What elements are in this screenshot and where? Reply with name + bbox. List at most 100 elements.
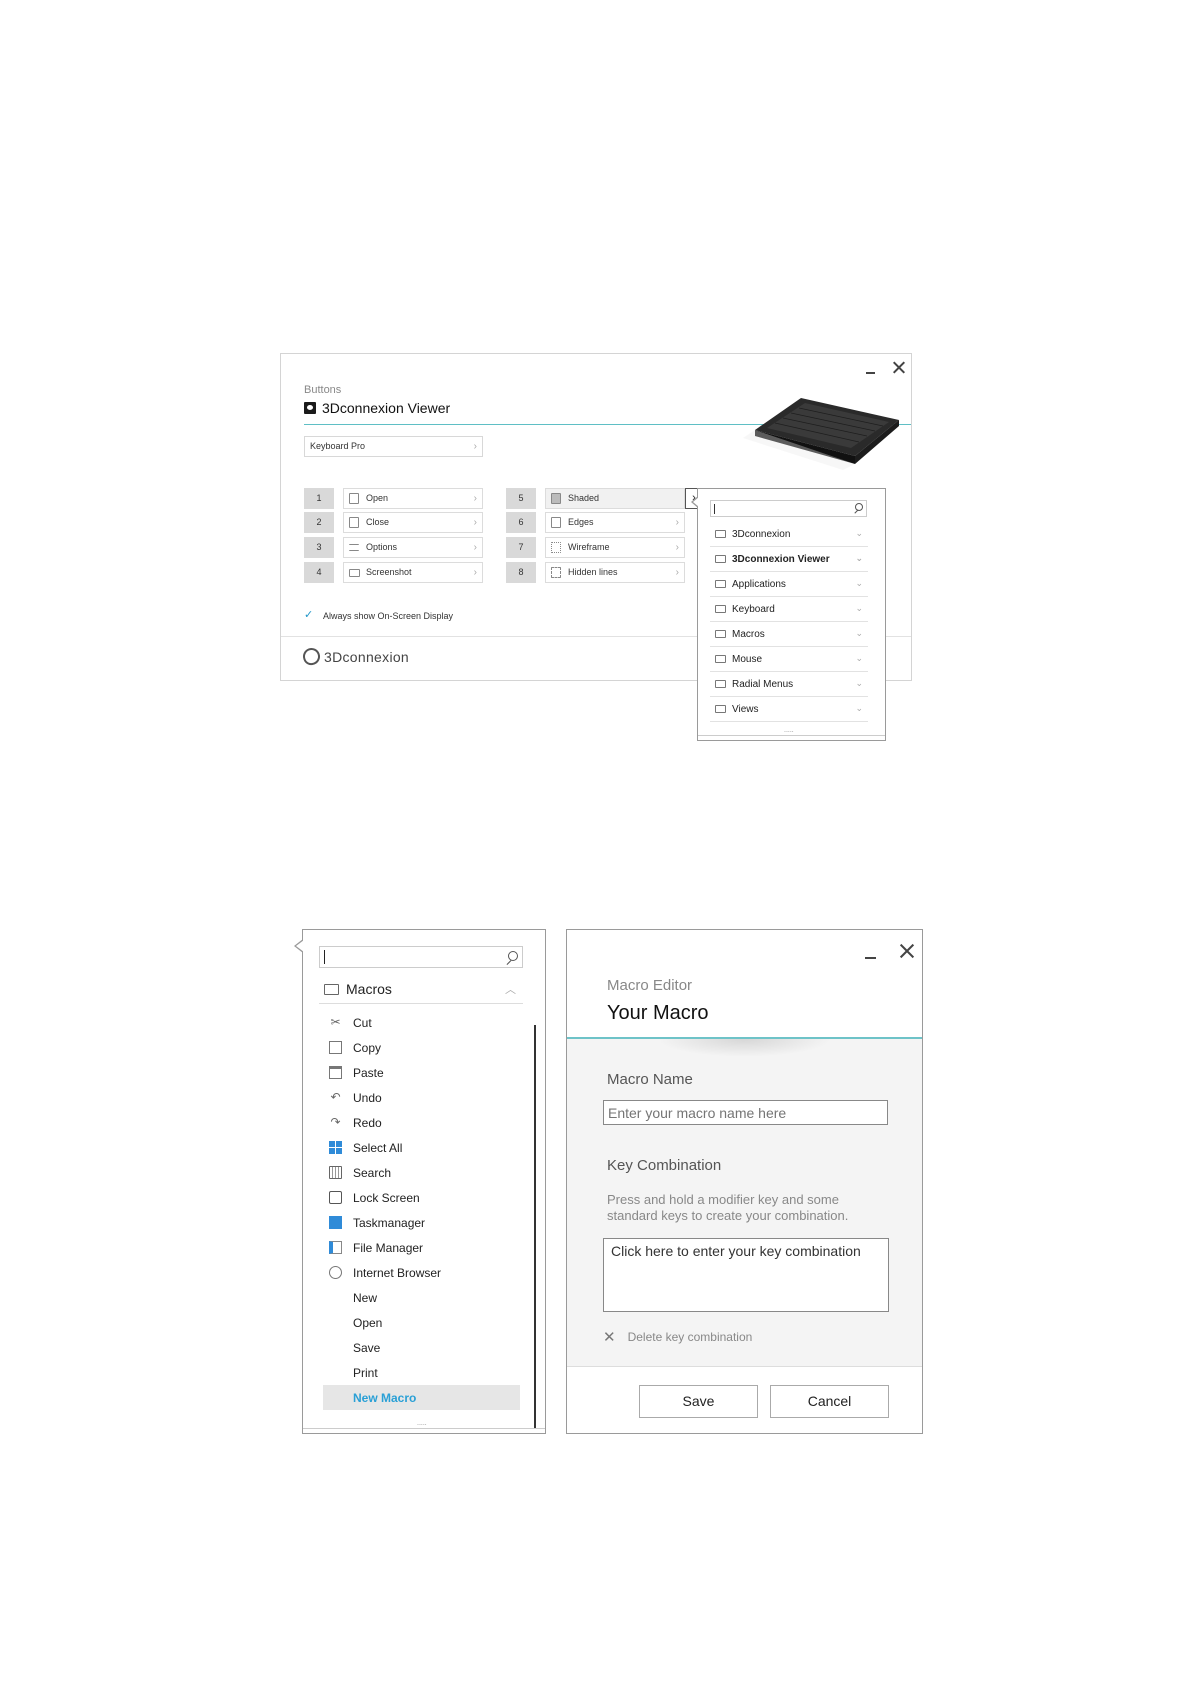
- chevron-down-icon: ⌄: [855, 628, 863, 638]
- redo-icon: ↷: [330, 1115, 341, 1129]
- delete-key-combination-label: Delete key combination: [627, 1330, 753, 1344]
- folder-item[interactable]: Mouse ⌄: [710, 647, 868, 672]
- button-row-6: 6 Edges ›: [506, 512, 685, 533]
- button-action-edges[interactable]: Edges ›: [545, 512, 685, 533]
- shaded-cube-icon: [551, 493, 561, 504]
- macro-item-select-all[interactable]: Select All: [323, 1135, 520, 1160]
- minimize-icon[interactable]: [863, 360, 879, 376]
- folder-item[interactable]: Views ⌄: [710, 697, 868, 722]
- folder-label: Macros: [732, 628, 765, 640]
- chevron-down-icon: ⌄: [855, 553, 863, 563]
- button-number: 7: [506, 537, 536, 558]
- options-icon: [349, 544, 359, 551]
- action-label: Shaded: [568, 493, 600, 503]
- button-action-shaded[interactable]: Shaded›: [545, 488, 703, 509]
- app-eye-icon: [304, 402, 316, 414]
- button-row-7: 7 Wireframe ›: [506, 537, 685, 558]
- button-action-screenshot[interactable]: Screenshot ›: [343, 562, 483, 583]
- edges-cube-icon: [551, 517, 561, 528]
- save-button[interactable]: Save: [639, 1385, 758, 1418]
- button-number: 5: [506, 488, 536, 509]
- button-action-close[interactable]: Close ›: [343, 512, 483, 533]
- action-label: Screenshot: [366, 567, 412, 577]
- button-action-hidden-lines[interactable]: Hidden lines ›: [545, 562, 685, 583]
- macro-item-taskmanager[interactable]: Taskmanager: [323, 1210, 520, 1235]
- macro-item-paste[interactable]: Paste: [323, 1060, 520, 1085]
- macro-item-save[interactable]: Save: [323, 1335, 520, 1360]
- macro-item-copy[interactable]: Copy: [323, 1035, 520, 1060]
- key-combination-field[interactable]: Click here to enter your key combination: [603, 1238, 889, 1312]
- folder-item[interactable]: Applications ⌄: [710, 572, 868, 597]
- macro-item-new[interactable]: New: [323, 1285, 520, 1310]
- macros-folder-header[interactable]: Macros ︿: [319, 974, 523, 1004]
- resize-grip[interactable]: [698, 727, 885, 740]
- device-dropdown[interactable]: Keyboard Pro ›: [304, 436, 483, 457]
- search-icon[interactable]: [853, 503, 863, 513]
- key-combination-label: Key Combination: [607, 1157, 722, 1174]
- folder-icon: [715, 655, 726, 663]
- macro-label: Open: [353, 1315, 383, 1330]
- folder-item[interactable]: 3Dconnexion Viewer ⌄: [710, 547, 868, 572]
- macro-item-search[interactable]: Search: [323, 1160, 520, 1185]
- macro-name-input[interactable]: [603, 1100, 888, 1125]
- chevron-down-icon: ⌄: [855, 678, 863, 688]
- delete-x-icon[interactable]: ✕: [603, 1328, 616, 1346]
- macro-item-redo[interactable]: ↷ Redo: [323, 1110, 520, 1135]
- chevron-right-icon: ›: [473, 567, 477, 578]
- file-manager-icon: [329, 1241, 342, 1254]
- macro-label: Cut: [353, 1015, 372, 1030]
- macro-item-print[interactable]: Print: [323, 1360, 520, 1385]
- folder-label: Keyboard: [732, 603, 775, 615]
- macro-item-lock-screen[interactable]: Lock Screen: [323, 1185, 520, 1210]
- footer-divider: [567, 1366, 922, 1367]
- chevron-right-icon: ›: [473, 441, 477, 452]
- folder-list: 3Dconnexion ⌄ 3Dconnexion Viewer ⌄ Applica…: [710, 522, 868, 722]
- chevron-right-icon: ›: [473, 542, 477, 553]
- checkmark-icon[interactable]: ✓: [304, 610, 315, 621]
- macro-item-new-macro[interactable]: New Macro: [323, 1385, 520, 1410]
- macro-label: Redo: [353, 1115, 382, 1130]
- macro-label: Lock Screen: [353, 1190, 420, 1205]
- folder-item[interactable]: Macros ⌄: [710, 622, 868, 647]
- folder-item[interactable]: Keyboard ⌄: [710, 597, 868, 622]
- button-action-wireframe[interactable]: Wireframe ›: [545, 537, 685, 558]
- search-input[interactable]: [710, 500, 867, 517]
- keyboard-icon: [329, 1166, 342, 1179]
- lock-icon: [329, 1191, 342, 1204]
- button-row-3: 3 Options ›: [304, 537, 483, 558]
- macro-label: Undo: [353, 1090, 382, 1105]
- macro-item-undo[interactable]: ↶ Undo: [323, 1085, 520, 1110]
- macro-item-file-manager[interactable]: File Manager: [323, 1235, 520, 1260]
- folder-icon: [715, 605, 726, 613]
- scrollbar[interactable]: [534, 1025, 536, 1429]
- resize-grip[interactable]: [303, 1420, 545, 1433]
- folder-item[interactable]: Radial Menus ⌄: [710, 672, 868, 697]
- scissors-icon: ✂: [330, 1015, 341, 1029]
- camera-icon: [349, 569, 360, 577]
- windows-grid-icon: [329, 1141, 342, 1154]
- button-action-open[interactable]: Open ›: [343, 488, 483, 509]
- undo-icon: ↶: [330, 1090, 341, 1104]
- button-number: 6: [506, 512, 536, 533]
- folder-item[interactable]: 3Dconnexion ⌄: [710, 522, 868, 547]
- macro-label: Print: [353, 1365, 378, 1380]
- window-controls: [862, 942, 916, 960]
- macro-item-internet-browser[interactable]: Internet Browser: [323, 1260, 520, 1285]
- search-icon[interactable]: [505, 951, 518, 964]
- macro-item-open[interactable]: Open: [323, 1310, 520, 1335]
- button-action-options[interactable]: Options ›: [343, 537, 483, 558]
- close-icon[interactable]: [891, 360, 907, 376]
- action-label: Close: [366, 517, 390, 527]
- macro-list: ✂ Cut Copy Paste ↶ Undo ↷ Redo Select All S…: [323, 1010, 520, 1410]
- globe-icon: [329, 1266, 342, 1279]
- delete-key-combination[interactable]: ✕ Delete key combination: [603, 1328, 752, 1346]
- search-input[interactable]: [319, 946, 523, 968]
- minimize-icon[interactable]: [862, 942, 880, 960]
- macro-item-cut[interactable]: ✂ Cut: [323, 1010, 520, 1035]
- osd-checkbox-row[interactable]: ✓ Always show On-Screen Display: [304, 610, 453, 621]
- cancel-button[interactable]: Cancel: [770, 1385, 889, 1418]
- chevron-down-icon: ⌄: [855, 603, 863, 613]
- logo-text: 3Dconnexion: [324, 648, 410, 665]
- close-file-icon: [349, 517, 359, 528]
- close-icon[interactable]: [898, 942, 916, 960]
